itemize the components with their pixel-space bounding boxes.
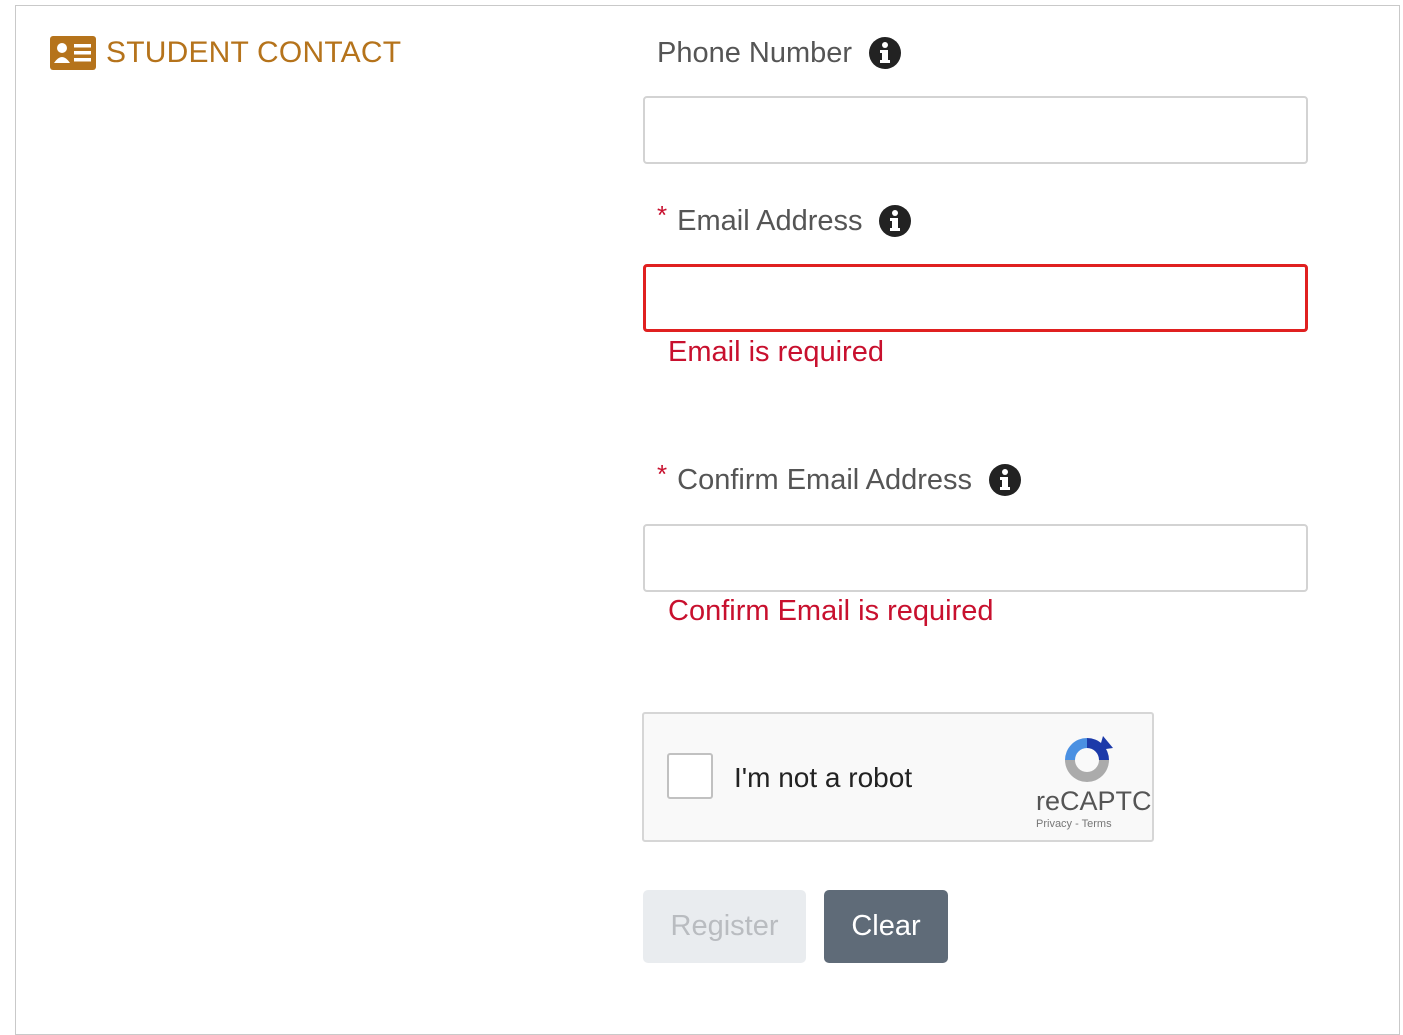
email-label-text: Email Address bbox=[677, 204, 863, 237]
email-input[interactable] bbox=[643, 264, 1308, 332]
recaptcha-brand: reCAPTCHA bbox=[1036, 786, 1152, 816]
required-marker: * bbox=[657, 199, 668, 230]
recaptcha-checkbox[interactable] bbox=[667, 753, 713, 799]
info-icon[interactable] bbox=[878, 204, 912, 238]
confirm-email-label: * Confirm Email Address bbox=[657, 459, 1022, 497]
phone-label-text: Phone Number bbox=[657, 36, 853, 69]
recaptcha-logo-icon bbox=[1065, 736, 1113, 782]
recaptcha-links[interactable]: Privacy - Terms bbox=[1036, 818, 1112, 830]
required-marker: * bbox=[657, 458, 668, 489]
clear-button[interactable]: Clear bbox=[824, 890, 948, 963]
recaptcha-label: I'm not a robot bbox=[734, 762, 913, 793]
phone-input[interactable] bbox=[643, 96, 1308, 164]
section-heading: STUDENT CONTACT bbox=[50, 36, 401, 70]
confirm-email-error: Confirm Email is required bbox=[668, 595, 994, 627]
confirm-email-input[interactable] bbox=[643, 524, 1308, 592]
phone-label: Phone Number bbox=[657, 36, 902, 70]
section-title: STUDENT CONTACT bbox=[106, 36, 402, 69]
register-button[interactable]: Register bbox=[643, 890, 806, 963]
email-error: Email is required bbox=[668, 336, 884, 368]
info-icon[interactable] bbox=[868, 36, 902, 70]
info-icon[interactable] bbox=[988, 463, 1022, 497]
confirm-email-label-text: Confirm Email Address bbox=[677, 463, 973, 496]
recaptcha-widget: I'm not a robot reCAPTCHA Privacy - Term… bbox=[642, 712, 1154, 842]
contact-card-icon bbox=[50, 36, 96, 70]
email-label: * Email Address bbox=[657, 200, 912, 238]
